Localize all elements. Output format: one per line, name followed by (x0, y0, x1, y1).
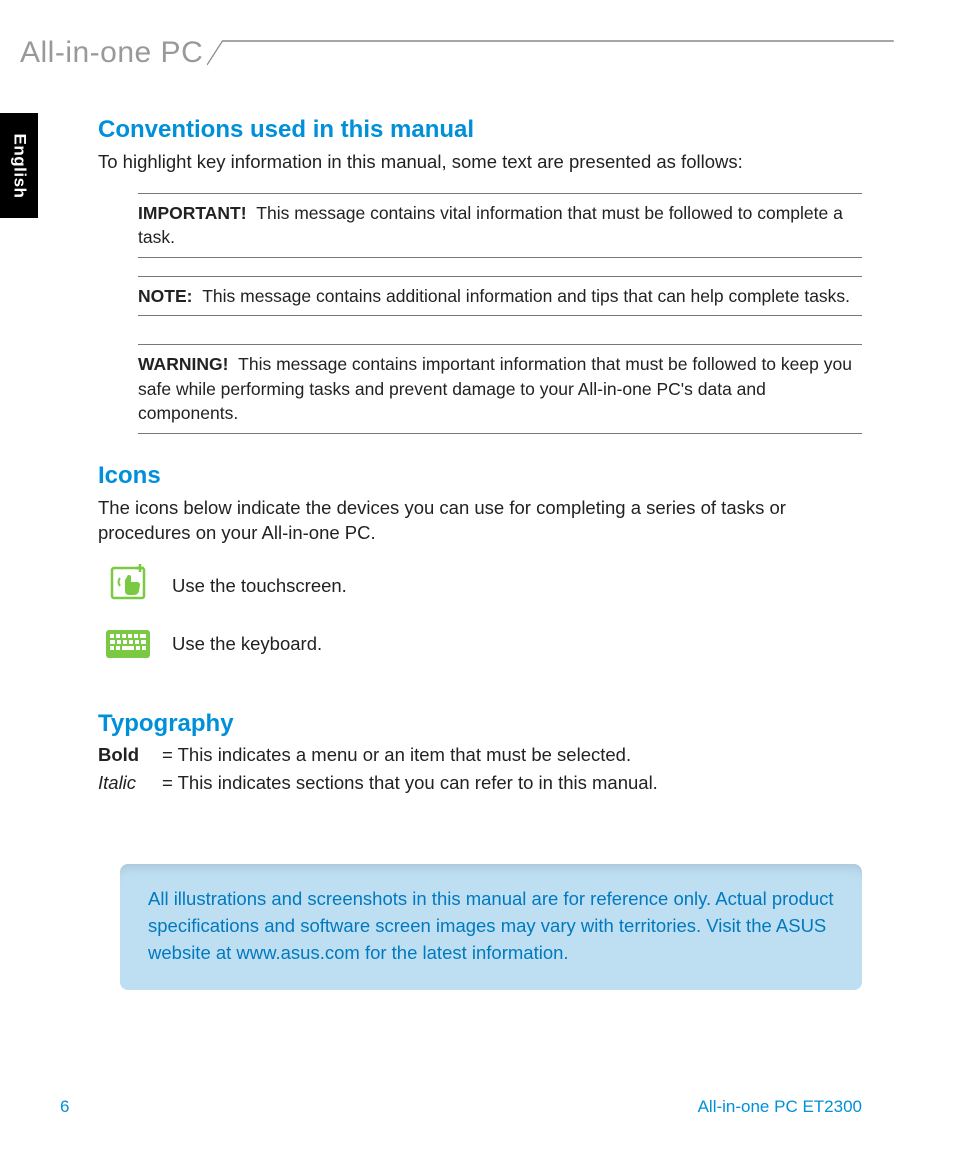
note-text: This message contains additional informa… (202, 286, 850, 306)
touchscreen-label: Use the touchscreen. (172, 575, 347, 597)
typo-desc-bold: = This indicates a menu or an item that … (162, 744, 631, 766)
footer-model: All-in-one PC ET2300 (698, 1097, 862, 1117)
important-lead: IMPORTANT! (138, 203, 247, 223)
note-lead: NOTE: (138, 286, 192, 306)
page-content: Conventions used in this manual To highl… (98, 116, 862, 990)
typo-desc-italic: = This indicates sections that you can r… (162, 772, 658, 794)
warning-text: This message contains important informat… (138, 354, 852, 423)
conventions-heading: Conventions used in this manual (98, 116, 862, 144)
keyboard-icon (104, 622, 152, 666)
typo-term-bold: Bold (98, 744, 162, 766)
touchscreen-icon (104, 564, 152, 608)
reference-note: All illustrations and screenshots in thi… (120, 864, 862, 990)
page-number: 6 (60, 1097, 69, 1117)
page-header: All-in-one PC (20, 36, 894, 70)
typo-row-italic: Italic = This indicates sections that yo… (98, 772, 862, 794)
typography-section: Typography Bold = This indicates a menu … (98, 710, 862, 794)
icons-heading: Icons (98, 462, 862, 490)
icons-intro: The icons below indicate the devices you… (98, 496, 862, 546)
icons-section: Icons The icons below indicate the devic… (98, 462, 862, 666)
icon-row-touchscreen: Use the touchscreen. (104, 564, 862, 608)
header-title: All-in-one PC (20, 36, 207, 70)
keyboard-label: Use the keyboard. (172, 633, 322, 655)
note-callout: NOTE: This message contains additional i… (138, 276, 862, 317)
warning-callout: WARNING! This message contains important… (138, 344, 862, 434)
typo-row-bold: Bold = This indicates a menu or an item … (98, 744, 862, 766)
header-rule (207, 38, 894, 68)
typography-heading: Typography (98, 710, 862, 738)
important-callout: IMPORTANT! This message contains vital i… (138, 193, 862, 258)
icon-row-keyboard: Use the keyboard. (104, 622, 862, 666)
typo-term-italic: Italic (98, 772, 162, 794)
conventions-intro: To highlight key information in this man… (98, 150, 862, 175)
language-tab: English (0, 113, 38, 218)
language-label: English (9, 133, 29, 198)
warning-lead: WARNING! (138, 354, 228, 374)
